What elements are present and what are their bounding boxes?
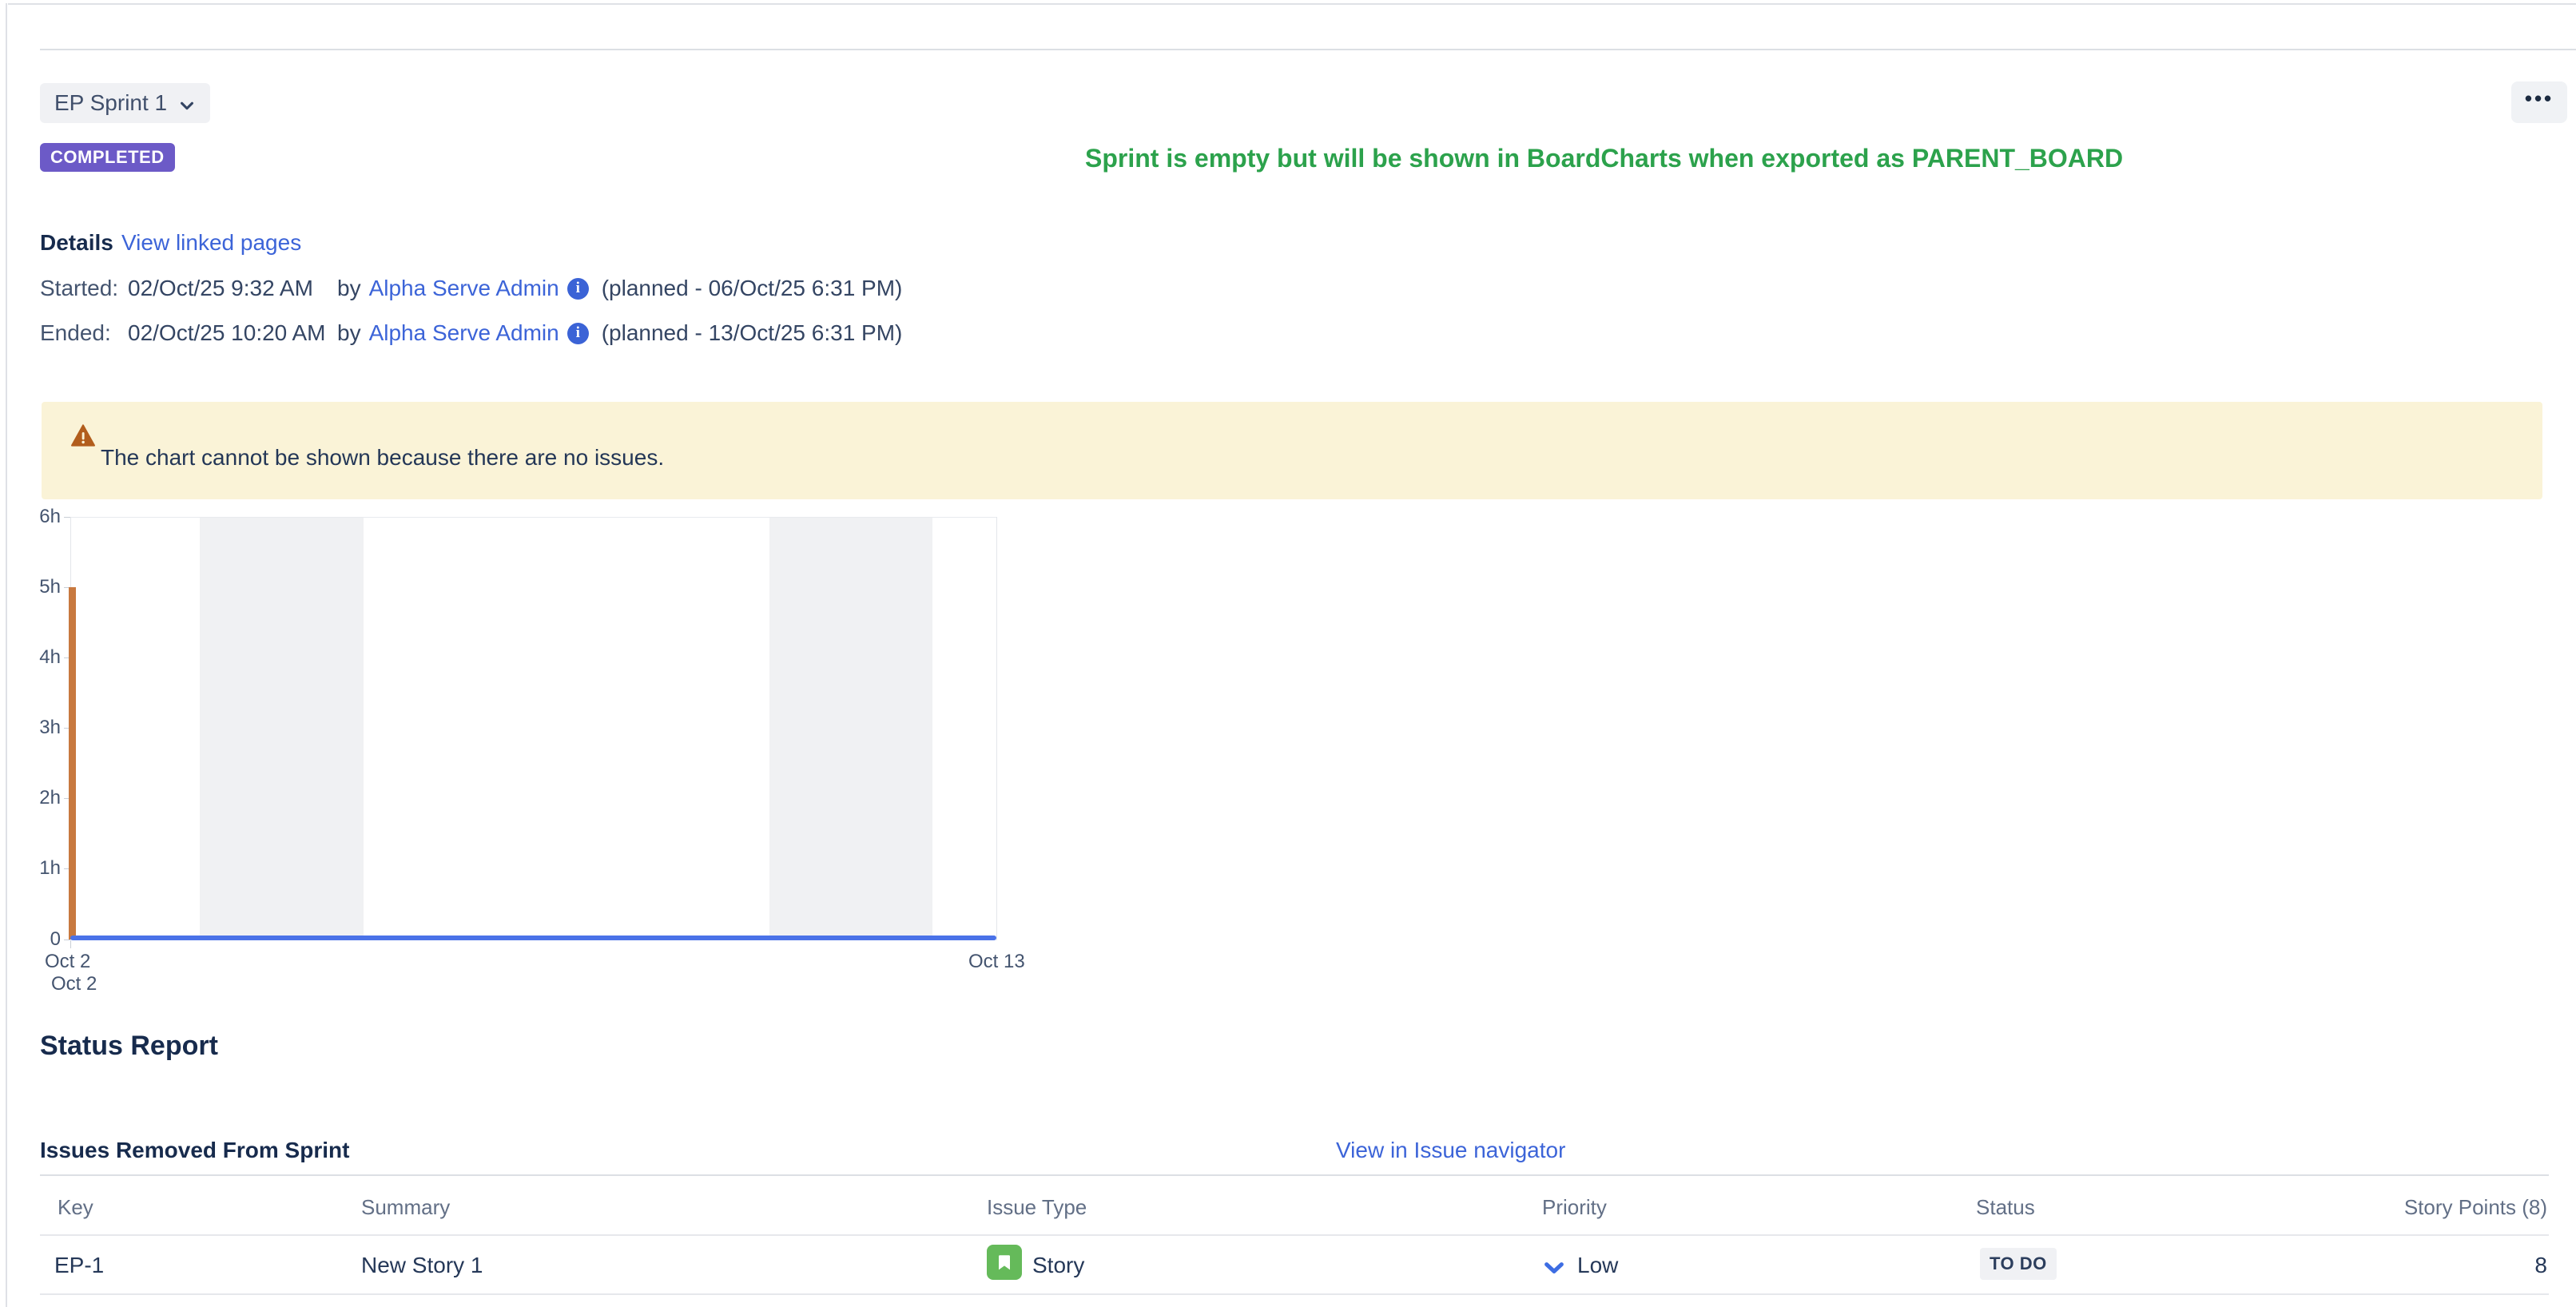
- ended-user-link[interactable]: Alpha Serve Admin: [369, 320, 559, 346]
- view-linked-pages-link[interactable]: View linked pages: [121, 230, 301, 256]
- sprint-report-page: EP Sprint 1 ••• COMPLETED Sprint is empt…: [0, 0, 2576, 1307]
- guideline-zero-line: [70, 936, 996, 940]
- issue-summary: New Story 1: [361, 1253, 483, 1278]
- started-planned-text: (planned - 06/Oct/25 6:31 PM): [602, 276, 903, 301]
- table-header-separator: [40, 1234, 2549, 1236]
- top-divider: [8, 3, 2576, 5]
- started-label: Started:: [40, 276, 128, 301]
- warning-text: The chart cannot be shown because there …: [101, 445, 664, 471]
- weekend-band: [769, 517, 932, 940]
- y-tick-label: 6h: [11, 507, 61, 526]
- ended-planned-text: (planned - 13/Oct/25 6:31 PM): [602, 320, 903, 346]
- column-header-priority: Priority: [1542, 1195, 1607, 1220]
- status-badge-todo: TO DO: [1980, 1248, 2057, 1280]
- details-title: Details: [40, 230, 113, 256]
- x-tick-mark: [70, 940, 71, 948]
- warning-banner: The chart cannot be shown because there …: [42, 402, 2542, 499]
- priority-low-icon: [1542, 1256, 1566, 1280]
- y-tick-label: 1h: [11, 859, 61, 878]
- sprint-selector-dropdown[interactable]: EP Sprint 1: [40, 83, 210, 123]
- started-date: 02/Oct/25 9:32 AM: [128, 276, 337, 301]
- y-tick-label: 3h: [11, 718, 61, 737]
- table-top-border: [40, 1174, 2549, 1176]
- y-tick-label: 2h: [11, 789, 61, 808]
- info-icon[interactable]: i: [567, 278, 589, 300]
- chart-top-border: [70, 517, 996, 518]
- column-header-key: Key: [58, 1195, 93, 1220]
- sprint-empty-message: Sprint is empty but will be shown in Boa…: [1085, 144, 2123, 173]
- story-points-value: 8: [2534, 1253, 2547, 1278]
- started-row: Started: 02/Oct/25 9:32 AM by Alpha Serv…: [40, 275, 902, 302]
- x-tick-label: Oct 2: [51, 973, 97, 995]
- info-icon[interactable]: i: [567, 323, 589, 344]
- y-tick-label: 5h: [11, 578, 61, 597]
- more-options-button[interactable]: •••: [2511, 81, 2567, 123]
- issue-type-label: Story: [1032, 1253, 1084, 1278]
- issues-removed-title: Issues Removed From Sprint: [40, 1138, 349, 1163]
- weekend-band: [200, 517, 364, 940]
- header-divider: [40, 49, 2576, 50]
- started-user-link[interactable]: Alpha Serve Admin: [369, 276, 559, 301]
- warning-icon: [70, 423, 96, 448]
- sprint-selector-label: EP Sprint 1: [54, 90, 167, 116]
- ellipsis-icon: •••: [2525, 88, 2554, 109]
- view-in-issue-navigator-link[interactable]: View in Issue navigator: [1336, 1138, 1565, 1163]
- issue-key-link[interactable]: EP-1: [54, 1253, 104, 1278]
- remaining-work-bar: [69, 587, 76, 940]
- x-tick-label: Oct 2: [45, 951, 90, 973]
- column-header-summary: Summary: [361, 1195, 450, 1220]
- column-header-status: Status: [1976, 1195, 2035, 1220]
- column-header-issue-type: Issue Type: [987, 1195, 1087, 1220]
- y-tick-label: 0: [11, 930, 61, 949]
- status-report-title: Status Report: [40, 1031, 218, 1062]
- story-type-icon: [987, 1245, 1022, 1280]
- ended-row: Ended: 02/Oct/25 10:20 AM by Alpha Serve…: [40, 320, 902, 347]
- table-bottom-border: [40, 1293, 2549, 1295]
- y-tick-mark: [64, 517, 70, 518]
- x-tick-label: Oct 13: [968, 951, 1025, 973]
- chart-right-border: [996, 517, 997, 940]
- chevron-down-icon: [178, 94, 196, 112]
- ended-by-text: by: [337, 320, 361, 346]
- left-panel-border: [6, 3, 7, 1307]
- y-tick-label: 4h: [11, 648, 61, 667]
- started-by-text: by: [337, 276, 361, 301]
- sprint-status-badge: COMPLETED: [40, 143, 175, 172]
- ended-date: 02/Oct/25 10:20 AM: [128, 320, 337, 346]
- column-header-story-points: Story Points (8): [2404, 1195, 2547, 1220]
- priority-label: Low: [1577, 1253, 1618, 1278]
- ended-label: Ended:: [40, 320, 128, 346]
